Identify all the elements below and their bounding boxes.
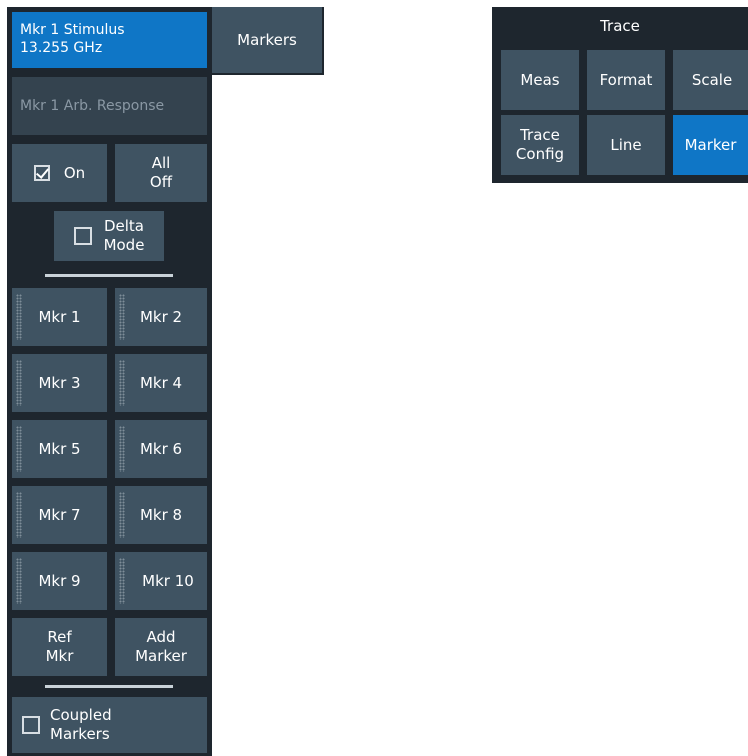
- mkr-6-label: Mkr 6: [139, 439, 183, 458]
- trace-config-label: Trace Config: [516, 126, 564, 164]
- marker-softtool-panel: Mkr 1 Stimulus 13.255 GHz Mkr 1 Arb. Res…: [7, 7, 212, 756]
- ref-mkr-label: Ref Mkr: [46, 628, 74, 666]
- mkr-4-label: Mkr 4: [139, 373, 183, 392]
- checkbox-unchecked-icon: [22, 716, 40, 734]
- trace-config-button[interactable]: Trace Config: [501, 115, 579, 175]
- trace-softtool-panel: Trace Meas Format Scale Trace Config Lin…: [492, 7, 748, 183]
- marker-button[interactable]: Marker: [673, 115, 748, 175]
- tab-markers[interactable]: Markers: [212, 7, 324, 75]
- checkbox-unchecked-icon: [73, 227, 92, 245]
- mkr-1-label: Mkr 1: [38, 307, 81, 326]
- mkr-5-label: Mkr 5: [38, 439, 81, 458]
- all-off-line2: Off: [149, 173, 173, 191]
- mkr-6-button[interactable]: Mkr 6: [115, 420, 207, 478]
- mkr-stimulus-value: 13.255 GHz: [20, 40, 103, 56]
- coupled-markers-line2: Markers: [50, 725, 110, 743]
- mkr-9-label: Mkr 9: [38, 571, 81, 590]
- delta-mode-line1: Delta: [103, 217, 145, 235]
- mkr-8-label: Mkr 8: [139, 505, 183, 524]
- delta-mode-toggle[interactable]: Delta Mode: [54, 211, 164, 261]
- marker-on-toggle[interactable]: On: [12, 144, 107, 202]
- mkr-arb-response-field: Mkr 1 Arb. Response: [12, 77, 207, 135]
- trace-config-line1: Trace: [520, 126, 560, 144]
- drag-grip-icon: [16, 492, 22, 538]
- all-off-line1: All: [151, 154, 171, 172]
- format-button[interactable]: Format: [587, 50, 665, 110]
- add-marker-label: Add Marker: [135, 628, 187, 666]
- mkr-stimulus-label: Mkr 1 Stimulus: [20, 22, 125, 38]
- separator: [45, 274, 173, 277]
- mkr-7-button[interactable]: Mkr 7: [12, 486, 107, 544]
- meas-label: Meas: [520, 70, 560, 89]
- tab-markers-label: Markers: [237, 31, 297, 49]
- add-marker-button[interactable]: Add Marker: [115, 618, 207, 676]
- drag-grip-icon: [119, 360, 125, 406]
- separator: [45, 685, 173, 688]
- mkr-stimulus-field[interactable]: Mkr 1 Stimulus 13.255 GHz: [12, 12, 207, 68]
- trace-panel-title: Trace: [600, 17, 640, 35]
- trace-config-line2: Config: [515, 145, 565, 163]
- delta-mode-line2: Mode: [103, 236, 145, 254]
- mkr-7-label: Mkr 7: [38, 505, 81, 524]
- mkr-arb-response-label: Mkr 1 Arb. Response: [20, 97, 165, 114]
- meas-button[interactable]: Meas: [501, 50, 579, 110]
- ref-mkr-line1: Ref: [47, 628, 72, 646]
- mkr-2-button[interactable]: Mkr 2: [115, 288, 207, 346]
- coupled-markers-toggle[interactable]: Coupled Markers: [12, 697, 207, 753]
- mkr-10-button[interactable]: Mkr 10: [115, 552, 207, 610]
- mkr-5-button[interactable]: Mkr 5: [12, 420, 107, 478]
- scale-button[interactable]: Scale: [673, 50, 748, 110]
- mkr-2-label: Mkr 2: [139, 307, 183, 326]
- all-off-button[interactable]: All Off: [115, 144, 207, 202]
- mkr-10-label: Mkr 10: [142, 571, 194, 590]
- drag-grip-icon: [119, 558, 125, 604]
- mkr-3-label: Mkr 3: [38, 373, 81, 392]
- mkr-9-button[interactable]: Mkr 9: [12, 552, 107, 610]
- checkbox-checked-icon: [33, 165, 50, 181]
- add-marker-line2: Marker: [135, 647, 187, 665]
- drag-grip-icon: [119, 492, 125, 538]
- drag-grip-icon: [16, 426, 22, 472]
- drag-grip-icon: [119, 426, 125, 472]
- mkr-1-button[interactable]: Mkr 1: [12, 288, 107, 346]
- drag-grip-icon: [16, 294, 22, 340]
- format-label: Format: [599, 70, 653, 89]
- add-marker-line1: Add: [146, 628, 176, 646]
- ref-mkr-line2: Mkr: [45, 647, 74, 665]
- all-off-label: All Off: [150, 154, 172, 192]
- coupled-markers-label: Coupled Markers: [50, 706, 112, 744]
- drag-grip-icon: [16, 360, 22, 406]
- marker-label: Marker: [684, 135, 737, 154]
- mkr-4-button[interactable]: Mkr 4: [115, 354, 207, 412]
- line-label: Line: [610, 135, 642, 154]
- mkr-8-button[interactable]: Mkr 8: [115, 486, 207, 544]
- marker-on-label: On: [63, 163, 86, 182]
- mkr-3-button[interactable]: Mkr 3: [12, 354, 107, 412]
- line-button[interactable]: Line: [587, 115, 665, 175]
- delta-mode-label: Delta Mode: [104, 217, 145, 255]
- drag-grip-icon: [16, 558, 22, 604]
- ref-mkr-button[interactable]: Ref Mkr: [12, 618, 107, 676]
- drag-grip-icon: [119, 294, 125, 340]
- scale-label: Scale: [691, 70, 733, 89]
- coupled-markers-line1: Coupled: [50, 706, 112, 724]
